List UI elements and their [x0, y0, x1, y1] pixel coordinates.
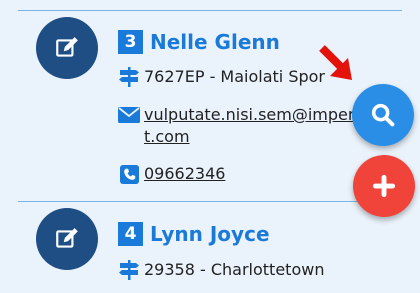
phone-icon [118, 163, 140, 185]
contact-name[interactable]: Lynn Joyce [150, 222, 270, 246]
contact-address: 7627EP - Maiolati Spor [118, 66, 325, 88]
signpost-icon [118, 66, 140, 88]
red-arrow-icon [319, 45, 352, 80]
email-link[interactable]: vulputate.nisi.sem@imperdiet.com [144, 104, 380, 148]
contact-number-badge: 4 [118, 222, 143, 246]
add-contact-button[interactable] [353, 155, 415, 217]
contact-name-row[interactable]: 4 Lynn Joyce [118, 222, 270, 246]
address-text: 29358 - Charlottetown [144, 260, 325, 279]
edit-contact-button[interactable] [36, 208, 98, 270]
contact-divider [18, 201, 402, 202]
plus-icon [372, 174, 396, 198]
contact-address: 29358 - Charlottetown [118, 259, 324, 281]
address-text: 7627EP - Maiolati Spor [144, 67, 325, 86]
contact-name-row[interactable]: 3 Nelle Glenn [118, 30, 280, 54]
edit-icon [56, 228, 78, 248]
edit-icon [56, 37, 78, 57]
contact-number-badge: 3 [118, 30, 143, 54]
edit-contact-button[interactable] [36, 17, 98, 79]
phone-link[interactable]: 09662346 [144, 163, 225, 185]
contact-email[interactable]: vulputate.nisi.sem@imperdiet.com [118, 104, 380, 148]
search-icon [371, 103, 395, 127]
envelope-icon [118, 104, 140, 126]
contact-name[interactable]: Nelle Glenn [150, 30, 280, 54]
contact-phone[interactable]: 09662346 [118, 163, 225, 185]
signpost-icon [118, 259, 140, 281]
search-button[interactable] [352, 84, 414, 146]
top-divider [18, 10, 402, 11]
